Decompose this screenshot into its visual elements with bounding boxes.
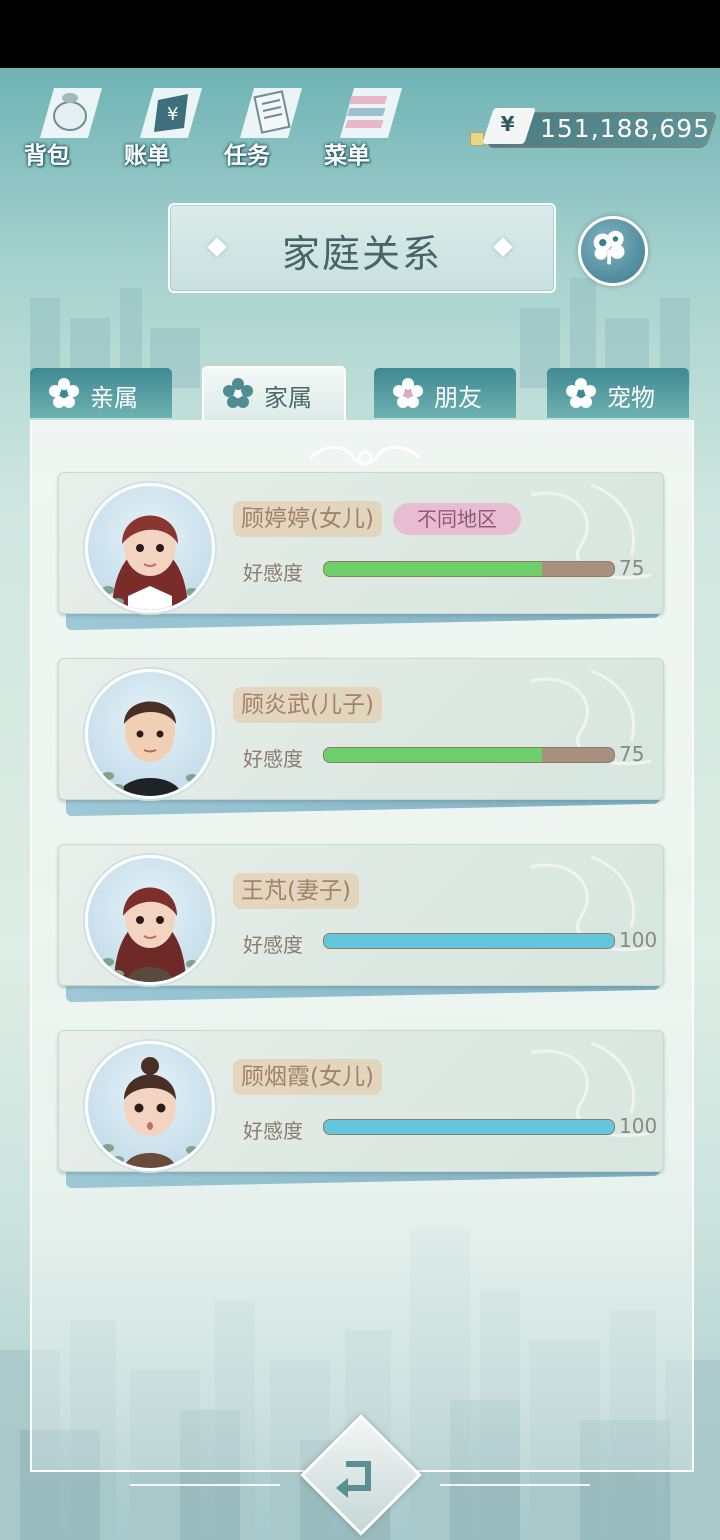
tab-family[interactable]: 家属: [202, 366, 346, 422]
affection-bar-fill: [324, 562, 542, 576]
avatar: [85, 855, 215, 985]
affection-bar: [323, 1119, 615, 1135]
member-name: 王芃(妻子): [233, 873, 359, 909]
bag-button[interactable]: 背包: [22, 78, 114, 170]
bill-icon: ¥: [140, 88, 202, 138]
vine-decoration: [530, 1041, 652, 1138]
return-icon[interactable]: [330, 1448, 386, 1504]
avatar: [85, 1041, 215, 1171]
tab-label: 家属: [264, 384, 312, 412]
vine-decoration: [530, 855, 652, 952]
member-card[interactable]: 顾婷婷(女儿) 不同地区 好感度 75: [58, 472, 664, 631]
flower-icon: [223, 378, 253, 408]
member-name: 顾烟霞(女儿): [233, 1059, 382, 1095]
affection-value: 100: [619, 928, 658, 952]
tab-label: 宠物: [607, 384, 655, 412]
affection-bar: [323, 933, 615, 949]
member-name: 顾婷婷(女儿): [233, 501, 382, 537]
affection-label: 好感度: [243, 1119, 303, 1143]
ornament-icon: [308, 445, 422, 466]
affection-value: 75: [619, 556, 645, 580]
task-button[interactable]: 任务: [222, 78, 314, 170]
tab-label: 朋友: [434, 384, 482, 412]
member-card[interactable]: 顾烟霞(女儿) 好感度 100: [58, 1030, 664, 1189]
money-display: ¥ 151,188,695: [470, 108, 718, 148]
task-icon: [240, 88, 302, 138]
family-tree-button[interactable]: [578, 216, 648, 286]
affection-bar: [323, 747, 615, 763]
tree-icon: [593, 230, 625, 265]
affection-label: 好感度: [243, 747, 303, 771]
affection-value: 100: [619, 1114, 658, 1138]
title-panel: 家庭关系: [168, 203, 556, 293]
menu-label: 菜单: [324, 143, 370, 169]
task-label: 任务: [224, 143, 270, 169]
bill-button[interactable]: ¥ 账单: [122, 78, 214, 170]
avatar: [85, 483, 215, 613]
money-amount: 151,188,695: [540, 114, 711, 143]
member-card[interactable]: 顾炎武(儿子) 好感度 75: [58, 658, 664, 817]
bag-label: 背包: [24, 143, 70, 169]
menu-icon: [340, 88, 402, 138]
affection-label: 好感度: [243, 933, 303, 957]
affection-value: 75: [619, 742, 645, 766]
member-card[interactable]: 王芃(妻子) 好感度 100: [58, 844, 664, 1003]
bag-icon: [40, 88, 102, 138]
coin-icon: [470, 132, 484, 146]
affection-bar-fill: [324, 934, 614, 948]
divider: [130, 1484, 280, 1486]
flower-icon: [393, 378, 423, 408]
flower-icon: [49, 378, 79, 408]
vine-decoration: [530, 669, 652, 766]
divider: [440, 1484, 590, 1486]
tab-pets[interactable]: 宠物: [547, 368, 689, 418]
affection-label: 好感度: [243, 561, 303, 585]
tab-friends[interactable]: 朋友: [374, 368, 516, 418]
avatar: [85, 669, 215, 799]
affection-bar-fill: [324, 1120, 614, 1134]
status-badge: 不同地区: [393, 503, 521, 535]
affection-bar-fill: [324, 748, 542, 762]
tab-relatives[interactable]: 亲属: [30, 368, 172, 418]
svg-text:¥: ¥: [167, 104, 178, 125]
menu-button[interactable]: 菜单: [322, 78, 414, 170]
vine-decoration: [530, 483, 652, 580]
bill-label: 账单: [124, 143, 170, 169]
tab-label: 亲属: [90, 384, 138, 412]
flower-icon: [566, 378, 596, 408]
affection-bar: [323, 561, 615, 577]
member-name: 顾炎武(儿子): [233, 687, 382, 723]
